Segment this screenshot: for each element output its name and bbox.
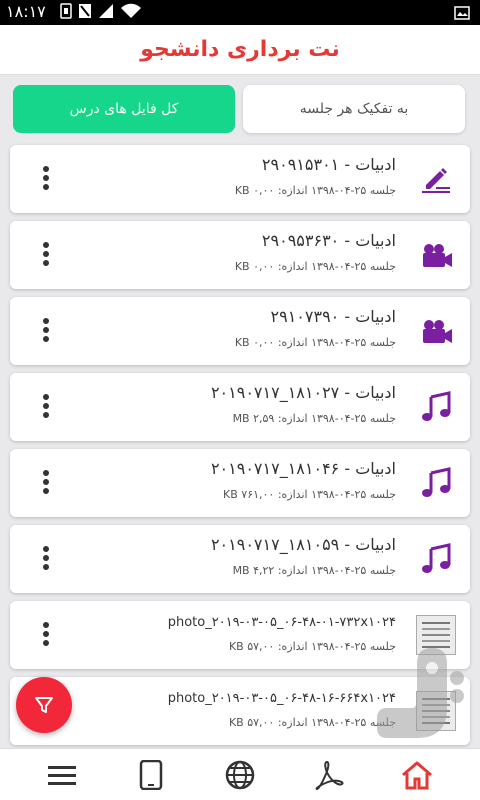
file-item[interactable]: ادبیات - ۲۹۰۹۱۵۳۰۱ جلسه ۲۵-۰۴-۱۳۹۸ انداز… — [10, 145, 470, 213]
no-sim-icon — [79, 4, 91, 18]
nav-pdf[interactable] — [313, 759, 345, 791]
file-meta: جلسه ۲۵-۰۴-۱۳۹۸ اندازه: ۷۶۱,۰۰ KB — [223, 488, 396, 501]
video-camera-icon — [423, 320, 452, 343]
file-item[interactable]: ادبیات - ۲۹۱۰۷۳۹۰ جلسه ۲۵-۰۴-۱۳۹۸ اندازه… — [10, 297, 470, 365]
file-meta: جلسه ۲۵-۰۴-۱۳۹۸ اندازه: ۰,۰۰ KB — [234, 184, 396, 197]
more-options-icon[interactable] — [32, 165, 60, 193]
file-meta: جلسه ۲۵-۰۴-۱۳۹۸ اندازه: ۰,۰۰ KB — [234, 336, 396, 349]
app-title: نت برداری دانشجو — [140, 37, 340, 62]
signal-icon — [99, 4, 113, 18]
wifi-icon — [121, 3, 141, 18]
file-meta: جلسه ۲۵-۰۴-۱۳۹۸ اندازه: ۲,۵۹ MB — [232, 412, 396, 425]
nav-menu[interactable] — [46, 759, 78, 791]
file-name: ادبیات - ۲۹۰۹۵۳۶۳۰ — [261, 231, 396, 250]
tab-bar: کل فایل های درس به تفکیک هر جلسه — [13, 85, 465, 133]
video-camera-icon — [423, 244, 452, 267]
status-time: ۱۸:۱۷ — [6, 2, 46, 21]
bottom-navigation — [0, 748, 480, 800]
nav-tablet[interactable] — [135, 759, 167, 791]
file-name: ادبیات - ۱۸۱۰۵۹_۲۰۱۹۰۷۱۷ — [210, 535, 396, 554]
more-options-icon[interactable] — [32, 545, 60, 573]
file-meta: جلسه ۲۵-۰۴-۱۳۹۸ اندازه: ۵۷,۰۰ KB — [228, 640, 396, 653]
file-item[interactable]: ادبیات - ۲۹۰۹۵۳۶۳۰ جلسه ۲۵-۰۴-۱۳۹۸ انداز… — [10, 221, 470, 289]
pdf-icon — [315, 760, 344, 790]
filter-icon — [35, 697, 53, 713]
more-options-icon[interactable] — [32, 621, 60, 649]
status-icons — [60, 3, 142, 19]
status-bar: ۱۸:۱۷ — [0, 0, 480, 25]
file-meta: جلسه ۲۵-۰۴-۱۳۹۸ اندازه: ۰,۰۰ KB — [234, 260, 396, 273]
file-item[interactable]: ادبیات - ۱۸۱۰۲۷_۲۰۱۹۰۷۱۷ جلسه ۲۵-۰۴-۱۳۹۸… — [10, 373, 470, 441]
file-name: ادبیات - ۲۹۰۹۱۵۳۰۱ — [261, 155, 396, 174]
tab-by-session[interactable]: به تفکیک هر جلسه — [243, 85, 465, 133]
more-options-icon[interactable] — [32, 317, 60, 345]
music-note-icon — [422, 391, 451, 421]
file-name: photo_۲۰۱۹-۰۳-۰۵_۰۶-۴۸-۰۱-۷۳۲x۱۰۲۴ — [167, 615, 396, 630]
home-icon — [402, 761, 432, 790]
file-name: ادبیات - ۱۸۱۰۴۶_۲۰۱۹۰۷۱۷ — [210, 459, 396, 478]
file-name: ادبیات - ۲۹۱۰۷۳۹۰ — [270, 307, 396, 326]
file-name: photo_۲۰۱۹-۰۳-۰۵_۰۶-۴۸-۱۶-۶۶۴x۱۰۲۴ — [167, 691, 396, 706]
file-item[interactable]: ادبیات - ۱۸۱۰۴۶_۲۰۱۹۰۷۱۷ جلسه ۲۵-۰۴-۱۳۹۸… — [10, 449, 470, 517]
file-meta: جلسه ۲۵-۰۴-۱۳۹۸ اندازه: ۵۷,۰۰ KB — [228, 716, 396, 729]
watermark-logo — [377, 648, 464, 738]
sim-icon — [60, 3, 72, 19]
screenshot-icon — [454, 5, 470, 24]
filter-button[interactable] — [16, 677, 72, 733]
file-item[interactable]: ادبیات - ۱۸۱۰۵۹_۲۰۱۹۰۷۱۷ جلسه ۲۵-۰۴-۱۳۹۸… — [10, 525, 470, 593]
more-options-icon[interactable] — [32, 241, 60, 269]
file-meta: جلسه ۲۵-۰۴-۱۳۹۸ اندازه: ۴,۲۲ MB — [232, 564, 396, 577]
music-note-icon — [422, 543, 451, 573]
tablet-icon — [139, 760, 163, 790]
music-note-icon — [422, 467, 451, 497]
more-options-icon[interactable] — [32, 393, 60, 421]
globe-icon — [225, 760, 255, 790]
nav-home[interactable] — [401, 759, 433, 791]
nav-web[interactable] — [224, 759, 256, 791]
file-name: ادبیات - ۱۸۱۰۲۷_۲۰۱۹۰۷۱۷ — [210, 383, 396, 402]
more-options-icon[interactable] — [32, 469, 60, 497]
tab-all-files[interactable]: کل فایل های درس — [13, 85, 235, 133]
menu-icon — [48, 766, 76, 785]
app-bar: نت برداری دانشجو — [0, 25, 480, 75]
pencil-note-icon — [422, 168, 450, 193]
